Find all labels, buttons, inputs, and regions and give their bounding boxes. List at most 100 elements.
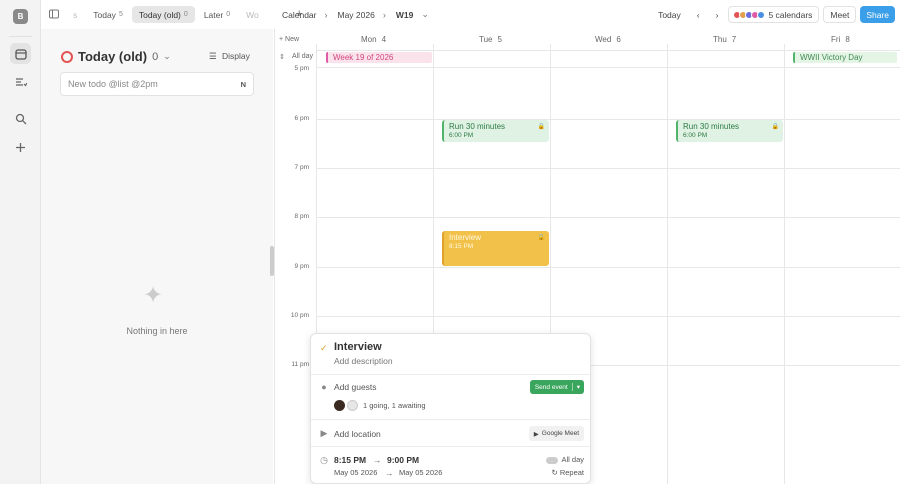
calendar-toolbar: Calendar › May 2026 › W19 ⌄ Today ‹ › 5 … — [275, 0, 900, 29]
week-label[interactable]: W19 — [396, 10, 413, 20]
tab-label: Today (old) — [138, 9, 181, 20]
day-header-wed[interactable]: Wed 6 — [595, 35, 621, 44]
search-icon[interactable] — [10, 108, 31, 129]
tab-count: 5 — [118, 11, 123, 18]
tab-count: 0 — [183, 11, 188, 18]
allday-toggle-label: All day — [561, 455, 584, 464]
new-todo-input[interactable]: New todo @list @2pm N — [60, 72, 254, 96]
arrow-right-icon: → — [373, 455, 382, 465]
calendar-event[interactable]: Run 30 minutes 6:00 PM 🔒 — [442, 120, 549, 142]
list-title-text: Today (old) — [78, 49, 148, 64]
arrow-right-icon: → — [385, 468, 394, 478]
share-button[interactable]: Share — [860, 6, 895, 23]
sparkles-icon: ✦ — [143, 282, 164, 309]
chevron-down-icon[interactable]: ⌄ — [163, 51, 171, 62]
divider — [311, 446, 590, 447]
meet-button[interactable]: Meet — [823, 6, 857, 23]
list-count: 0 — [152, 50, 159, 63]
description-field[interactable]: Add description — [334, 356, 393, 366]
day-header-mon[interactable]: Mon 4 — [361, 35, 386, 44]
tab-prev[interactable]: s — [66, 6, 84, 23]
tab-count: 0 — [226, 11, 231, 18]
list-panel: Today (old) 0 ⌄ ☰ Display New todo @list… — [41, 29, 273, 484]
avatar[interactable] — [347, 400, 358, 411]
sidebar-toggle-icon[interactable] — [49, 9, 59, 21]
day-name: Wed — [595, 35, 612, 44]
tab-today-old[interactable]: Today (old) 0 — [131, 6, 195, 23]
day-header-tue[interactable]: Tue 5 — [479, 35, 502, 44]
grid-line — [317, 67, 900, 68]
today-button[interactable]: Today — [652, 6, 687, 23]
avatar[interactable] — [334, 400, 345, 411]
end-time-field[interactable]: 9:00 PM — [387, 455, 419, 465]
chevron-down-icon[interactable]: ▾ — [571, 383, 584, 391]
allday-event[interactable]: Week 19 of 2026 — [326, 52, 432, 63]
send-event-label: Send event — [534, 383, 568, 391]
toggle-switch — [546, 456, 559, 464]
lock-icon: 🔒 — [537, 124, 545, 130]
day-number: 4 — [381, 35, 387, 44]
lock-icon: 🔒 — [537, 235, 545, 241]
tab-label: Wo — [246, 9, 259, 20]
day-name: Tue — [479, 35, 493, 44]
hour-label: 10 pm — [290, 312, 309, 319]
check-icon[interactable]: ✓ — [320, 343, 328, 354]
day-name: Fri — [831, 35, 841, 44]
display-label: Display — [222, 51, 250, 61]
list-status-icon — [61, 50, 73, 63]
next-week-icon[interactable]: › — [710, 6, 725, 23]
month-label[interactable]: May 2026 — [338, 10, 375, 20]
day-header-thu[interactable]: Thu 7 — [713, 35, 736, 44]
repeat-icon: ↻ — [551, 468, 560, 477]
end-date-field[interactable]: May 05 2026 — [399, 468, 442, 477]
hour-label: 6 pm — [294, 115, 309, 122]
shortcut-hint: N — [240, 79, 246, 89]
day-header-fri[interactable]: Fri 8 — [831, 35, 850, 44]
tab-next[interactable]: Wo — [239, 6, 266, 23]
grid-line — [317, 316, 900, 317]
event-time: 8:15 PM — [449, 243, 474, 250]
grid-line — [317, 267, 900, 268]
video-icon: ▶ — [320, 428, 328, 438]
calendar-event-selected[interactable]: Interview 8:15 PM 🔒 — [442, 231, 549, 266]
tab-later[interactable]: Later 0 — [197, 6, 237, 23]
event-time: 6:00 PM — [683, 132, 708, 139]
calendars-button[interactable]: 5 calendars — [728, 6, 820, 23]
day-number: 7 — [731, 35, 737, 44]
video-icon: ▶ — [533, 430, 539, 438]
event-title-field[interactable]: Interview — [334, 341, 382, 353]
guest-status: 1 going, 1 awaiting — [363, 401, 426, 410]
chevron-down-icon[interactable]: ⌄ — [421, 9, 429, 20]
expand-icon[interactable]: ⇕ — [279, 53, 285, 61]
lock-icon: 🔒 — [771, 124, 779, 130]
calendar-event[interactable]: Run 30 minutes 6:00 PM 🔒 — [676, 120, 783, 142]
add-location-field[interactable]: Add location — [334, 429, 381, 439]
grid-line — [317, 217, 900, 218]
add-guests-field[interactable]: Add guests — [334, 382, 377, 392]
repeat-button[interactable]: ↻ Repeat — [551, 468, 584, 477]
start-date-field[interactable]: May 05 2026 — [334, 468, 377, 477]
send-event-button[interactable]: Send event ▾ — [529, 380, 584, 394]
new-label: New — [285, 36, 300, 43]
display-button[interactable]: ☰ Display — [209, 51, 250, 62]
start-time-field[interactable]: 8:15 PM — [334, 455, 366, 465]
calendar-icon[interactable] — [10, 43, 31, 64]
new-event-button[interactable]: + New — [279, 36, 299, 43]
plus-icon[interactable] — [10, 137, 31, 158]
day-name: Thu — [713, 35, 727, 44]
grid-line — [317, 50, 900, 51]
tab-today[interactable]: Today 5 — [86, 6, 130, 23]
app-logo[interactable]: B — [13, 9, 28, 24]
event-title: Interview — [449, 233, 482, 242]
grid-line — [784, 44, 785, 484]
google-meet-button[interactable]: ▶ Google Meet — [528, 426, 584, 441]
prev-week-icon[interactable]: ‹ — [691, 6, 706, 23]
allday-toggle[interactable]: All day — [546, 455, 584, 464]
grid-line — [667, 44, 668, 484]
allday-event[interactable]: WWII Victory Day — [793, 52, 897, 63]
hour-label: 8 pm — [294, 213, 309, 220]
tab-label: s — [73, 9, 78, 20]
day-name: Mon — [361, 35, 377, 44]
tasks-icon[interactable] — [10, 71, 31, 92]
calendar-label[interactable]: Calendar — [282, 10, 317, 20]
